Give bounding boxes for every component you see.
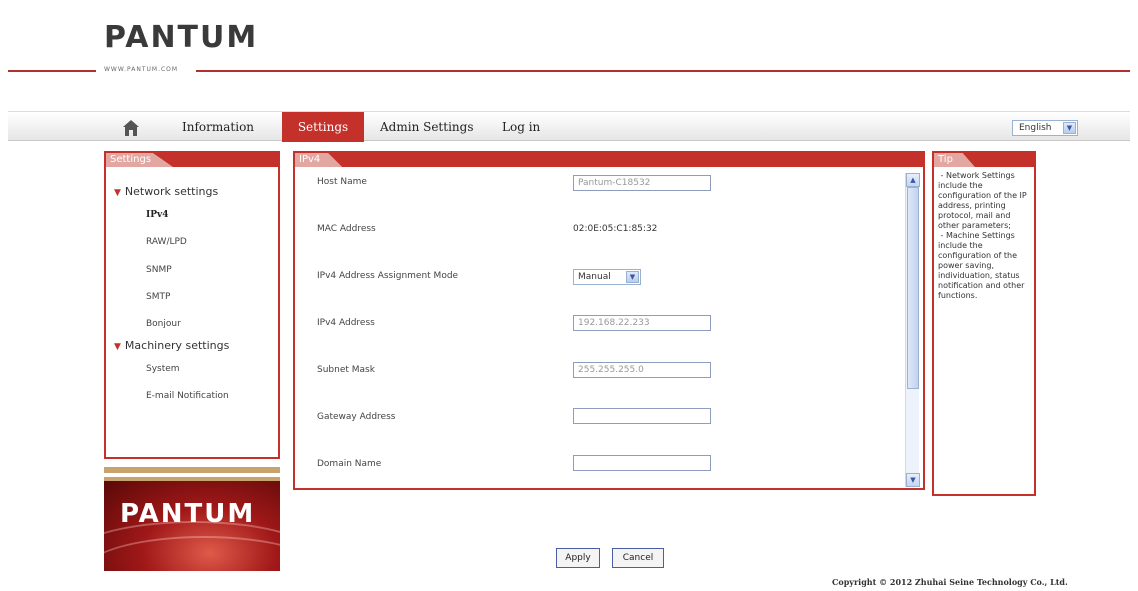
pantum-logo: PANTUM: [104, 20, 259, 55]
sidebar-item-system[interactable]: System: [146, 364, 180, 374]
sidebar-group-label: Machinery settings: [124, 339, 230, 352]
ipv4-address-input[interactable]: 192.168.22.233: [573, 315, 711, 331]
nav-admin-settings[interactable]: Admin Settings: [380, 112, 473, 142]
sidebar-header: Settings: [106, 153, 278, 167]
triangle-down-icon: ▼: [114, 188, 121, 198]
nav-information[interactable]: Information: [182, 112, 254, 142]
ipv4-settings-panel: IPv4 Host Name Pantum-C18532 MAC Address…: [293, 151, 925, 490]
language-value: English: [1019, 123, 1052, 133]
settings-sidebar: Settings ▼ Network settings IPv4 RAW/LPD …: [104, 151, 280, 459]
apply-button[interactable]: Apply: [556, 548, 600, 568]
assignment-mode-label: IPv4 Address Assignment Mode: [317, 271, 459, 281]
assignment-mode-value: Manual: [578, 272, 611, 282]
mac-address-value: 02:0E:05:C1:85:32: [573, 224, 658, 234]
scroll-thumb[interactable]: [907, 187, 919, 389]
subnet-mask-label: Subnet Mask: [317, 365, 375, 375]
domain-name-input[interactable]: [573, 455, 711, 471]
domain-name-label: Domain Name: [317, 459, 382, 469]
ipv4-address-label: IPv4 Address: [317, 318, 375, 328]
sidebar-item-smtp[interactable]: SMTP: [146, 292, 170, 302]
decorative-bar: [104, 467, 280, 473]
logo-url-text: WWW.PANTUM.COM: [104, 66, 179, 73]
subnet-mask-input[interactable]: 255.255.255.0: [573, 362, 711, 378]
gateway-address-label: Gateway Address: [317, 412, 396, 422]
main-header: IPv4: [295, 153, 923, 167]
chevron-down-icon[interactable]: ▼: [1063, 122, 1076, 134]
tip-text: - Network Settings include the configura…: [938, 171, 1027, 300]
host-name-label: Host Name: [317, 177, 367, 187]
cancel-button[interactable]: Cancel: [612, 548, 664, 568]
header-divider-right: [196, 70, 1130, 72]
tip-header: Tip: [934, 153, 1034, 167]
nav-settings[interactable]: Settings: [282, 112, 364, 142]
nav-log-in[interactable]: Log in: [502, 112, 540, 142]
scroll-up-icon[interactable]: ▲: [906, 173, 920, 187]
sidebar-item-bonjour[interactable]: Bonjour: [146, 319, 181, 329]
page-title: IPv4: [295, 153, 343, 167]
header-divider-left: [8, 70, 96, 72]
home-icon[interactable]: [122, 118, 142, 136]
assignment-mode-select[interactable]: Manual ▼: [573, 269, 641, 285]
chevron-down-icon[interactable]: ▼: [626, 271, 639, 283]
top-navbar: Information Settings Admin Settings Log …: [8, 111, 1130, 142]
brand-image-logo: PANTUM: [120, 499, 256, 529]
sidebar-group-label: Network settings: [124, 185, 219, 198]
tip-title: Tip: [934, 153, 975, 167]
sidebar-title: Settings: [106, 153, 174, 167]
mac-address-label: MAC Address: [317, 224, 376, 234]
gateway-address-input[interactable]: [573, 408, 711, 424]
main-scrollbar[interactable]: ▲ ▼: [905, 173, 920, 487]
copyright-text: Copyright © 2012 Zhuhai Seine Technology…: [832, 577, 1068, 587]
sidebar-group-network[interactable]: ▼ Network settings: [114, 185, 218, 198]
pantum-brand-image: PANTUM: [104, 481, 280, 571]
language-select[interactable]: English ▼: [1012, 120, 1078, 136]
sidebar-item-email-notification[interactable]: E-mail Notification: [146, 391, 229, 401]
sidebar-item-raw-lpd[interactable]: RAW/LPD: [146, 237, 187, 247]
sidebar-item-snmp[interactable]: SNMP: [146, 265, 172, 275]
host-name-input[interactable]: Pantum-C18532: [573, 175, 711, 191]
triangle-down-icon: ▼: [114, 342, 121, 352]
scroll-down-icon[interactable]: ▼: [906, 473, 920, 487]
tip-panel: Tip - Network Settings include the confi…: [932, 151, 1036, 496]
sidebar-item-ipv4[interactable]: IPv4: [146, 210, 168, 220]
sidebar-group-machinery[interactable]: ▼ Machinery settings: [114, 339, 229, 352]
